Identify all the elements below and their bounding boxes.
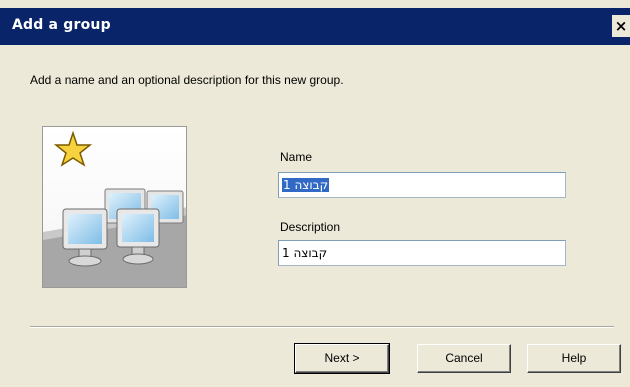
name-input-value[interactable]: קבוצה 1 (282, 178, 330, 192)
help-button[interactable]: Help (527, 344, 621, 373)
group-computers-star-icon (42, 126, 187, 288)
description-label: Description (280, 220, 341, 234)
next-button[interactable]: Next > (294, 343, 390, 374)
window-title: Add a group (12, 17, 111, 33)
button-divider (30, 326, 614, 328)
instruction-text: Add a name and an optional description f… (30, 73, 344, 87)
name-label: Name (280, 150, 313, 164)
illustration-graphic (43, 127, 186, 287)
title-bar[interactable]: Add a group × (0, 8, 630, 45)
cancel-button[interactable]: Cancel (417, 344, 511, 373)
description-input-value[interactable]: קבוצה 1 (282, 246, 327, 260)
description-input[interactable]: קבוצה 1 (278, 240, 566, 266)
name-input[interactable]: קבוצה 1 (278, 172, 566, 198)
add-group-dialog: Add a group × Add a name and an optional… (0, 0, 630, 387)
close-icon[interactable]: × (612, 15, 630, 37)
